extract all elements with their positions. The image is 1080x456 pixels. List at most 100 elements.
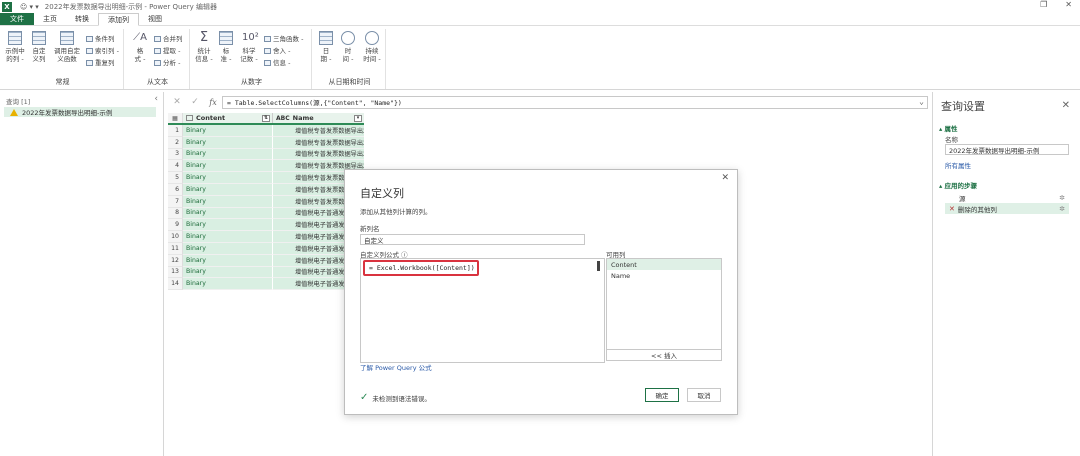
close-window-icon[interactable]: ✕ [1065,0,1072,9]
row-number[interactable]: 12 [168,254,183,267]
commit-formula-icon[interactable]: ✓ [186,97,204,107]
all-properties-link[interactable]: 所有属性 [945,160,971,170]
table-row[interactable]: 1Binary增值税专普发票数据导出20... [168,125,364,137]
statistics-button[interactable]: Σ 统计 信息 - [194,31,214,64]
table-row[interactable]: 5Binary增值税专普发票数据导出20... [168,172,364,184]
step-removed-other-columns[interactable]: ✕ 删除的其他列 ✲ [945,203,1069,214]
content-cell[interactable]: Binary [183,207,273,220]
content-cell[interactable]: Binary [183,183,273,196]
insert-button[interactable]: << 插入 [606,349,722,361]
column-header-content[interactable]: Content ⇅ [183,113,273,123]
tab-file[interactable]: 文件 [0,13,34,25]
content-cell[interactable]: Binary [183,160,273,173]
content-cell[interactable]: Binary [183,148,273,161]
table-row[interactable]: 2Binary增值税专普发票数据导出20... [168,136,364,149]
collapse-chevron-icon[interactable]: ‹ [154,94,158,104]
column-item-content[interactable]: Content [607,259,721,270]
column-header-name[interactable]: ABC Name ▾ [273,113,364,123]
ok-button[interactable]: 确定 [645,388,679,402]
quick-access-toolbar[interactable]: ☺ ▾ ▾ [20,3,39,11]
extract-button[interactable]: 提取 - [154,45,180,55]
step-source[interactable]: 源 ✲ [945,192,1069,203]
query-item[interactable]: 2022年发票数据导出明细-示例 [4,107,156,117]
name-cell[interactable]: 增值税专普发票数据导出20... [273,125,364,137]
invoke-custom-function-button[interactable]: 调用自定 义函数 [52,31,82,63]
table-row[interactable]: 13 Binary 增值税电子普通发票数据... [168,266,364,279]
table-row[interactable]: 9 Binary 增值税电子普通发票数据... [168,219,364,232]
tab-add-column[interactable]: 添加列 [98,13,139,26]
table-row[interactable]: 10 Binary 增值税电子普通发票数据... [168,231,364,243]
custom-column-button[interactable]: 自定 义列 [29,31,49,63]
index-column-button[interactable]: 索引列 - [86,45,119,55]
tab-home[interactable]: 主页 [34,13,66,25]
table-row[interactable]: 7Binary增值税专普发票数据导出20... [168,195,364,208]
row-number[interactable]: 6 [168,183,183,196]
content-cell[interactable]: Binary [183,172,273,184]
table-row[interactable]: 11 Binary 增值税电子普通发票数据... [168,242,364,255]
close-icon[interactable]: ✕ [1062,100,1070,111]
row-number[interactable]: 9 [168,219,183,232]
row-number[interactable]: 11 [168,242,183,255]
cancel-formula-icon[interactable]: ✕ [168,97,186,107]
row-number[interactable]: 10 [168,231,183,243]
duplicate-column-button[interactable]: 重复列 [86,57,115,67]
name-cell[interactable]: 增值税专普发票数据导出20... [273,136,364,149]
content-cell[interactable]: Binary [183,278,273,291]
learn-power-query-link[interactable]: 了解 Power Query 公式 [360,362,432,372]
table-row[interactable]: 14 Binary 增值税电子普通发票数据... [168,278,364,291]
properties-section[interactable]: ▴ 属性 [939,123,958,133]
cancel-button[interactable]: 取消 [687,388,721,402]
row-number[interactable]: 7 [168,195,183,208]
scientific-button[interactable]: 10² 科学 记数 - [238,31,260,63]
duration-button[interactable]: 持续 时间 - [361,31,383,63]
column-from-examples-button[interactable]: 示例中 的列 - [4,31,26,63]
content-cell[interactable]: Binary [183,219,273,232]
gear-icon[interactable]: ✲ [1059,205,1065,213]
table-row[interactable]: 4Binary增值税专普发票数据导出20... [168,160,364,173]
content-cell[interactable]: Binary [183,254,273,267]
formula-input[interactable]: = Table.SelectColumns(源,{"Content", "Nam… [222,95,928,109]
table-row[interactable]: 6Binary增值税专普发票数据导出20... [168,183,364,196]
standard-button[interactable]: 标 准 - [217,31,235,63]
filter-dropdown-icon[interactable]: ▾ [354,115,362,122]
information-button[interactable]: 信息 - [264,57,290,67]
restore-icon[interactable]: ❐ [1040,0,1047,9]
content-cell[interactable]: Binary [183,266,273,279]
row-number[interactable]: 3 [168,148,183,161]
fx-icon[interactable]: fx [204,98,222,107]
time-button[interactable]: 时 间 - [339,31,357,63]
column-item-name[interactable]: Name [607,270,721,281]
row-number[interactable]: 13 [168,266,183,279]
table-row[interactable]: 12 Binary 增值税电子普通发票数据... [168,254,364,267]
row-number[interactable]: 2 [168,136,183,149]
table-row[interactable]: 3Binary增值税专普发票数据导出20... [168,148,364,161]
applied-steps-section[interactable]: ▴ 应用的步骤 [939,180,977,190]
row-number[interactable]: 5 [168,172,183,184]
date-button[interactable]: 日 期 - [317,31,335,63]
row-number[interactable]: 4 [168,160,183,173]
name-cell[interactable]: 增值税专普发票数据导出20... [273,148,364,161]
query-name-input[interactable]: 2022年发票数据导出明细-示例 [945,144,1069,155]
content-cell[interactable]: Binary [183,125,273,137]
parse-button[interactable]: 分析 - [154,57,180,67]
table-row[interactable]: 8 Binary 增值税电子普通发票数据... [168,207,364,220]
rounding-button[interactable]: 舍入 - [264,45,290,55]
delete-step-icon[interactable]: ✕ [949,205,955,213]
content-cell[interactable]: Binary [183,136,273,149]
content-cell[interactable]: Binary [183,242,273,255]
new-column-name-input[interactable]: 自定义 [360,234,585,245]
tab-view[interactable]: 视图 [139,13,171,25]
gear-icon[interactable]: ✲ [1059,194,1065,202]
conditional-column-button[interactable]: 条件列 [86,33,115,43]
table-menu-icon[interactable]: ▦ [168,113,183,123]
row-number[interactable]: 1 [168,125,183,137]
tab-transform[interactable]: 转换 [66,13,98,25]
content-cell[interactable]: Binary [183,231,273,243]
close-icon[interactable]: ✕ [721,173,729,183]
format-button[interactable]: ⟋A 格 式 - [130,31,150,63]
merge-columns-button[interactable]: 合并列 [154,33,183,43]
expand-icon[interactable]: ⇅ [262,115,270,122]
formula-editor[interactable]: = Excel.Workbook([Content]) [360,258,605,363]
trigonometry-button[interactable]: 三角函数 - [264,33,303,43]
row-number[interactable]: 8 [168,207,183,220]
